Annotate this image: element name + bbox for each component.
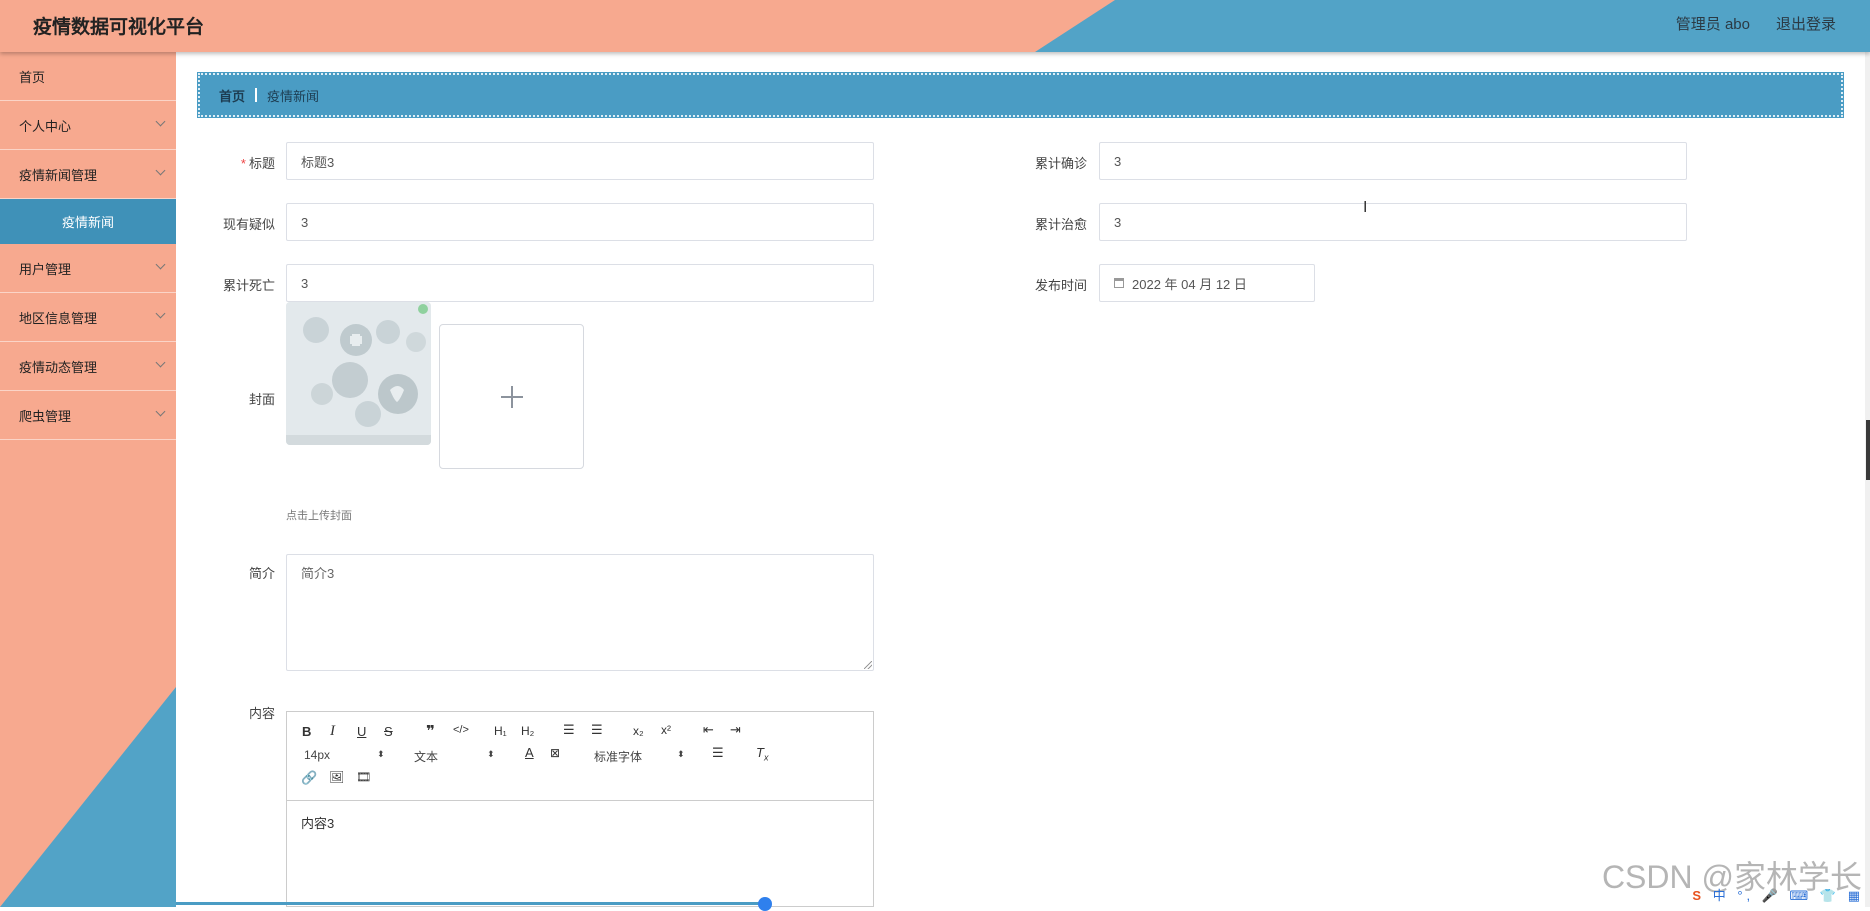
title-label-text: 标题 — [248, 156, 275, 171]
editor-toolbar: B I U S ❞ </> H₁ H₂ ☰ ☰ x₂ x² ⇤ ⇥ 14px ⬍… — [287, 712, 873, 801]
chevron-down-icon — [155, 406, 166, 417]
publish-date-picker[interactable]: 2022 年 04 月 12 日 — [1099, 264, 1315, 302]
deaths-label: 累计死亡 — [222, 278, 275, 293]
resize-handle-icon[interactable] — [864, 661, 872, 669]
cover-label: 封面 — [248, 392, 275, 407]
indent-icon[interactable]: ⇥ — [730, 722, 741, 738]
confirmed-label: 累计确诊 — [1034, 156, 1087, 171]
breadcrumb-home[interactable]: 首页 — [219, 86, 245, 105]
rich-text-editor: B I U S ❞ </> H₁ H₂ ☰ ☰ x₂ x² ⇤ ⇥ 14px ⬍… — [286, 711, 874, 907]
chevron-down-icon — [155, 165, 166, 176]
heading1-icon[interactable]: H₁ — [494, 724, 507, 738]
text-cursor-icon: I — [1363, 199, 1368, 216]
content-text: 内容3 — [301, 816, 335, 831]
cover-upload-hint: 点击上传封面 — [286, 510, 352, 522]
summary-text: 简介3 — [301, 566, 335, 581]
publish-date-label: 发布时间 — [1034, 278, 1087, 293]
calendar-icon — [1114, 278, 1124, 288]
chevron-down-icon — [155, 259, 166, 270]
align-icon[interactable]: ☰ — [712, 745, 724, 761]
admin-user: 管理员 abo — [1675, 16, 1750, 33]
select-arrow-icon: ⬍ — [377, 749, 385, 759]
code-block-icon[interactable]: </> — [453, 724, 469, 736]
text-format-select[interactable]: 文本 — [414, 748, 438, 765]
sidebar-item-label: 疫情动态管理 — [19, 359, 98, 375]
medical-icons-image — [286, 302, 431, 445]
chevron-down-icon — [155, 308, 166, 319]
subscript-icon[interactable]: x₂ — [633, 724, 644, 738]
cured-input[interactable]: 3 — [1099, 203, 1687, 241]
required-mark: * — [240, 156, 246, 171]
select-arrow-icon: ⬍ — [487, 749, 495, 759]
breadcrumb: 首页 疫情新闻 — [198, 73, 1843, 117]
sidebar-decoration — [0, 687, 176, 907]
sidebar-item-profile[interactable]: 个人中心 — [0, 101, 176, 150]
font-color-icon[interactable]: A — [525, 745, 534, 760]
background-color-icon[interactable]: ⊠ — [550, 746, 560, 760]
strike-button[interactable]: S — [384, 724, 393, 739]
progress-bar — [176, 902, 766, 905]
editor-content[interactable]: 内容3 — [287, 801, 873, 844]
font-family-select[interactable]: 标准字体 — [594, 748, 642, 765]
logout-link[interactable]: 退出登录 — [1776, 13, 1836, 34]
summary-label: 简介 — [248, 566, 275, 581]
bullet-list-icon[interactable]: ☰ — [591, 722, 603, 738]
link-icon[interactable]: 🔗 — [301, 770, 317, 786]
ime-logo: S — [1692, 888, 1706, 903]
cured-label: 累计治愈 — [1034, 217, 1087, 232]
summary-textarea[interactable]: 简介3 — [286, 554, 874, 671]
chevron-down-icon — [155, 116, 166, 127]
suspected-label: 现有疑似 — [222, 217, 275, 232]
sidebar: 首页 个人中心 疫情新闻管理 疫情新闻 用户管理 地区信息管理 疫情动态管理 爬… — [0, 52, 176, 907]
superscript-icon[interactable]: x² — [661, 723, 671, 737]
top-header: 疫情数据可视化平台 管理员 abo 退出登录 — [0, 0, 1870, 52]
breadcrumb-separator — [255, 88, 258, 102]
sidebar-subitem-news[interactable]: 疫情新闻 — [0, 199, 176, 244]
publish-date-value: 2022 年 04 月 12 日 — [1132, 276, 1247, 292]
sidebar-item-users[interactable]: 用户管理 — [0, 244, 176, 293]
title-input[interactable]: 标题3 — [286, 142, 874, 180]
cover-thumbnail[interactable] — [286, 302, 431, 445]
app-title: 疫情数据可视化平台 — [33, 17, 205, 38]
select-arrow-icon: ⬍ — [677, 749, 685, 759]
blockquote-icon[interactable]: ❞ — [426, 722, 435, 740]
image-icon[interactable]: 🖼 — [329, 770, 344, 784]
font-size-select[interactable]: 14px — [304, 748, 330, 762]
underline-button[interactable]: U — [357, 724, 366, 739]
title-label: * 标题 — [200, 153, 275, 172]
sidebar-item-dynamics[interactable]: 疫情动态管理 — [0, 342, 176, 391]
sidebar-item-label: 个人中心 — [19, 118, 72, 134]
sidebar-item-label: 地区信息管理 — [19, 310, 98, 326]
sidebar-item-label: 疫情新闻管理 — [19, 167, 98, 183]
sidebar-item-home[interactable]: 首页 — [0, 52, 176, 101]
italic-button[interactable]: I — [330, 723, 335, 740]
plus-icon-vertical — [511, 386, 513, 408]
suspected-input[interactable]: 3 — [286, 203, 874, 241]
bold-button[interactable]: B — [302, 724, 311, 739]
ime-toolbar[interactable]: S 中 °, 🎤 ⌨ 👕 ▦ — [1692, 885, 1864, 904]
sidebar-item-news-management[interactable]: 疫情新闻管理 — [0, 150, 176, 199]
progress-knob[interactable] — [758, 897, 772, 911]
scrollbar-thumb[interactable] — [1866, 420, 1870, 480]
confirmed-input[interactable]: 3 — [1099, 142, 1687, 180]
chevron-down-icon — [155, 357, 166, 368]
outdent-icon[interactable]: ⇤ — [703, 722, 714, 738]
sidebar-item-label: 爬虫管理 — [19, 408, 72, 424]
sidebar-item-regions[interactable]: 地区信息管理 — [0, 293, 176, 342]
sidebar-item-crawler[interactable]: 爬虫管理 — [0, 391, 176, 440]
content-label: 内容 — [248, 706, 275, 721]
clear-format-icon[interactable]: Tx — [756, 745, 768, 763]
heading2-icon[interactable]: H₂ — [521, 724, 534, 738]
sidebar-item-label: 首页 — [19, 69, 46, 85]
ime-status: 中 °, 🎤 ⌨ 👕 ▦ — [1712, 888, 1864, 903]
deaths-input[interactable]: 3 — [286, 264, 874, 302]
sidebar-item-label: 用户管理 — [19, 261, 72, 277]
breadcrumb-current: 疫情新闻 — [267, 88, 320, 104]
video-icon[interactable]: 🎞 — [356, 770, 371, 784]
ordered-list-icon[interactable]: ☰ — [563, 722, 575, 738]
cover-upload-button[interactable] — [439, 324, 584, 469]
